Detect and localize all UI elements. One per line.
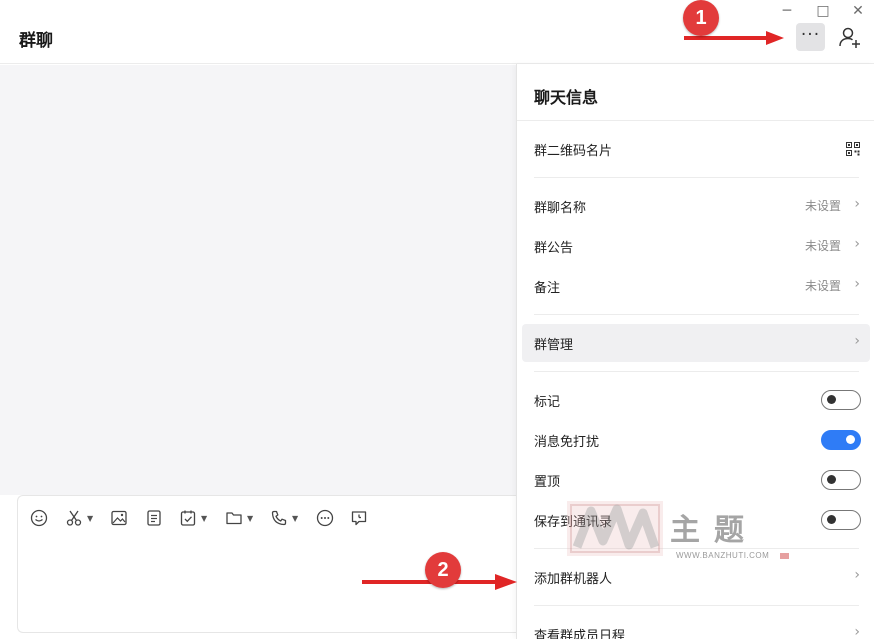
mark-toggle[interactable] <box>821 390 861 410</box>
more-dots-icon: ··· <box>800 25 821 45</box>
group-management-row[interactable]: 群管理 › <box>522 324 870 362</box>
task-icon <box>180 510 196 526</box>
mute-notifications-row: 消息免打扰 <box>517 421 874 459</box>
minimize-button[interactable]: ─ <box>776 2 798 20</box>
divider <box>534 605 859 606</box>
caret-down-icon: ▼ <box>292 513 299 523</box>
chevron-right-icon: › <box>854 333 860 349</box>
mark-row: 标记 <box>517 381 874 419</box>
page-title: 群聊 <box>19 31 53 51</box>
emoji-button[interactable] <box>30 508 48 528</box>
save-to-contacts-toggle[interactable] <box>821 510 861 530</box>
file-button[interactable]: ▼ <box>225 508 253 528</box>
chevron-right-icon: › <box>854 624 860 639</box>
remark-row[interactable]: 备注 未设置 › <box>517 267 874 305</box>
group-announcement-row[interactable]: 群公告 未设置 › <box>517 227 874 265</box>
group-announcement-value: 未设置 <box>804 239 841 253</box>
chevron-right-icon: › <box>854 236 860 252</box>
call-button[interactable]: ▼ <box>270 508 298 528</box>
divider <box>534 371 859 372</box>
chat-history-button[interactable] <box>350 508 368 528</box>
remark-label: 备注 <box>534 281 561 296</box>
group-name-row[interactable]: 群聊名称 未设置 › <box>517 187 874 225</box>
emoji-icon <box>30 509 48 527</box>
member-schedule-row[interactable]: 查看群成员日程 › <box>517 615 874 639</box>
watermark-text: 主题 <box>670 513 758 548</box>
mute-notifications-label: 消息免打扰 <box>534 435 600 450</box>
group-qr-card-row[interactable]: 群二维码名片 <box>517 130 874 168</box>
scissors-icon <box>66 510 82 526</box>
qr-code-icon <box>846 142 860 156</box>
caret-down-icon: ▼ <box>247 513 254 523</box>
screenshot-button[interactable]: ▼ <box>65 508 93 528</box>
pin-top-row: 置顶 <box>517 461 874 499</box>
folder-icon <box>226 512 242 525</box>
pin-top-label: 置顶 <box>534 475 561 490</box>
maximize-button[interactable]: □ <box>812 2 834 20</box>
image-icon <box>111 510 127 526</box>
task-button[interactable]: ▼ <box>179 508 207 528</box>
watermark-mark <box>780 553 789 559</box>
add-user-icon <box>839 27 860 48</box>
group-name-label: 群聊名称 <box>534 201 587 216</box>
divider <box>534 177 859 178</box>
chevron-right-icon: › <box>854 276 860 292</box>
chat-message-area[interactable] <box>0 65 516 495</box>
caret-down-icon: ▼ <box>87 513 94 523</box>
close-button[interactable]: ✕ <box>847 2 869 20</box>
more-tools-button[interactable] <box>316 508 334 528</box>
group-management-label: 群管理 <box>534 338 574 353</box>
member-schedule-label: 查看群成员日程 <box>534 629 626 639</box>
more-circle-icon <box>316 509 334 527</box>
caret-down-icon: ▼ <box>201 513 208 523</box>
annotation-badge-1: 1 <box>683 0 719 36</box>
group-qr-card-label: 群二维码名片 <box>534 144 613 159</box>
divider <box>534 314 859 315</box>
add-group-bot-row[interactable]: 添加群机器人 › <box>517 558 874 596</box>
watermark-seal <box>567 501 663 556</box>
chevron-right-icon: › <box>854 567 860 583</box>
document-button[interactable] <box>145 508 163 528</box>
annotation-badge-2: 2 <box>425 552 461 588</box>
mute-notifications-toggle[interactable] <box>821 430 861 450</box>
group-announcement-label: 群公告 <box>534 241 574 256</box>
more-options-button[interactable]: ··· <box>796 23 825 51</box>
image-button[interactable] <box>110 508 128 528</box>
pin-top-toggle[interactable] <box>821 470 861 490</box>
panel-title: 聊天信息 <box>534 88 599 107</box>
group-name-value: 未设置 <box>804 199 841 213</box>
mark-label: 标记 <box>534 395 561 410</box>
remark-value: 未设置 <box>804 279 841 293</box>
add-group-bot-label: 添加群机器人 <box>534 572 613 587</box>
document-icon <box>147 510 161 526</box>
divider <box>517 120 874 121</box>
chat-history-icon <box>351 511 367 526</box>
watermark-url: WWW.BANZHUTI.COM <box>676 551 770 560</box>
add-member-button[interactable] <box>837 25 863 51</box>
phone-icon <box>271 510 287 526</box>
chevron-right-icon: › <box>854 196 860 212</box>
